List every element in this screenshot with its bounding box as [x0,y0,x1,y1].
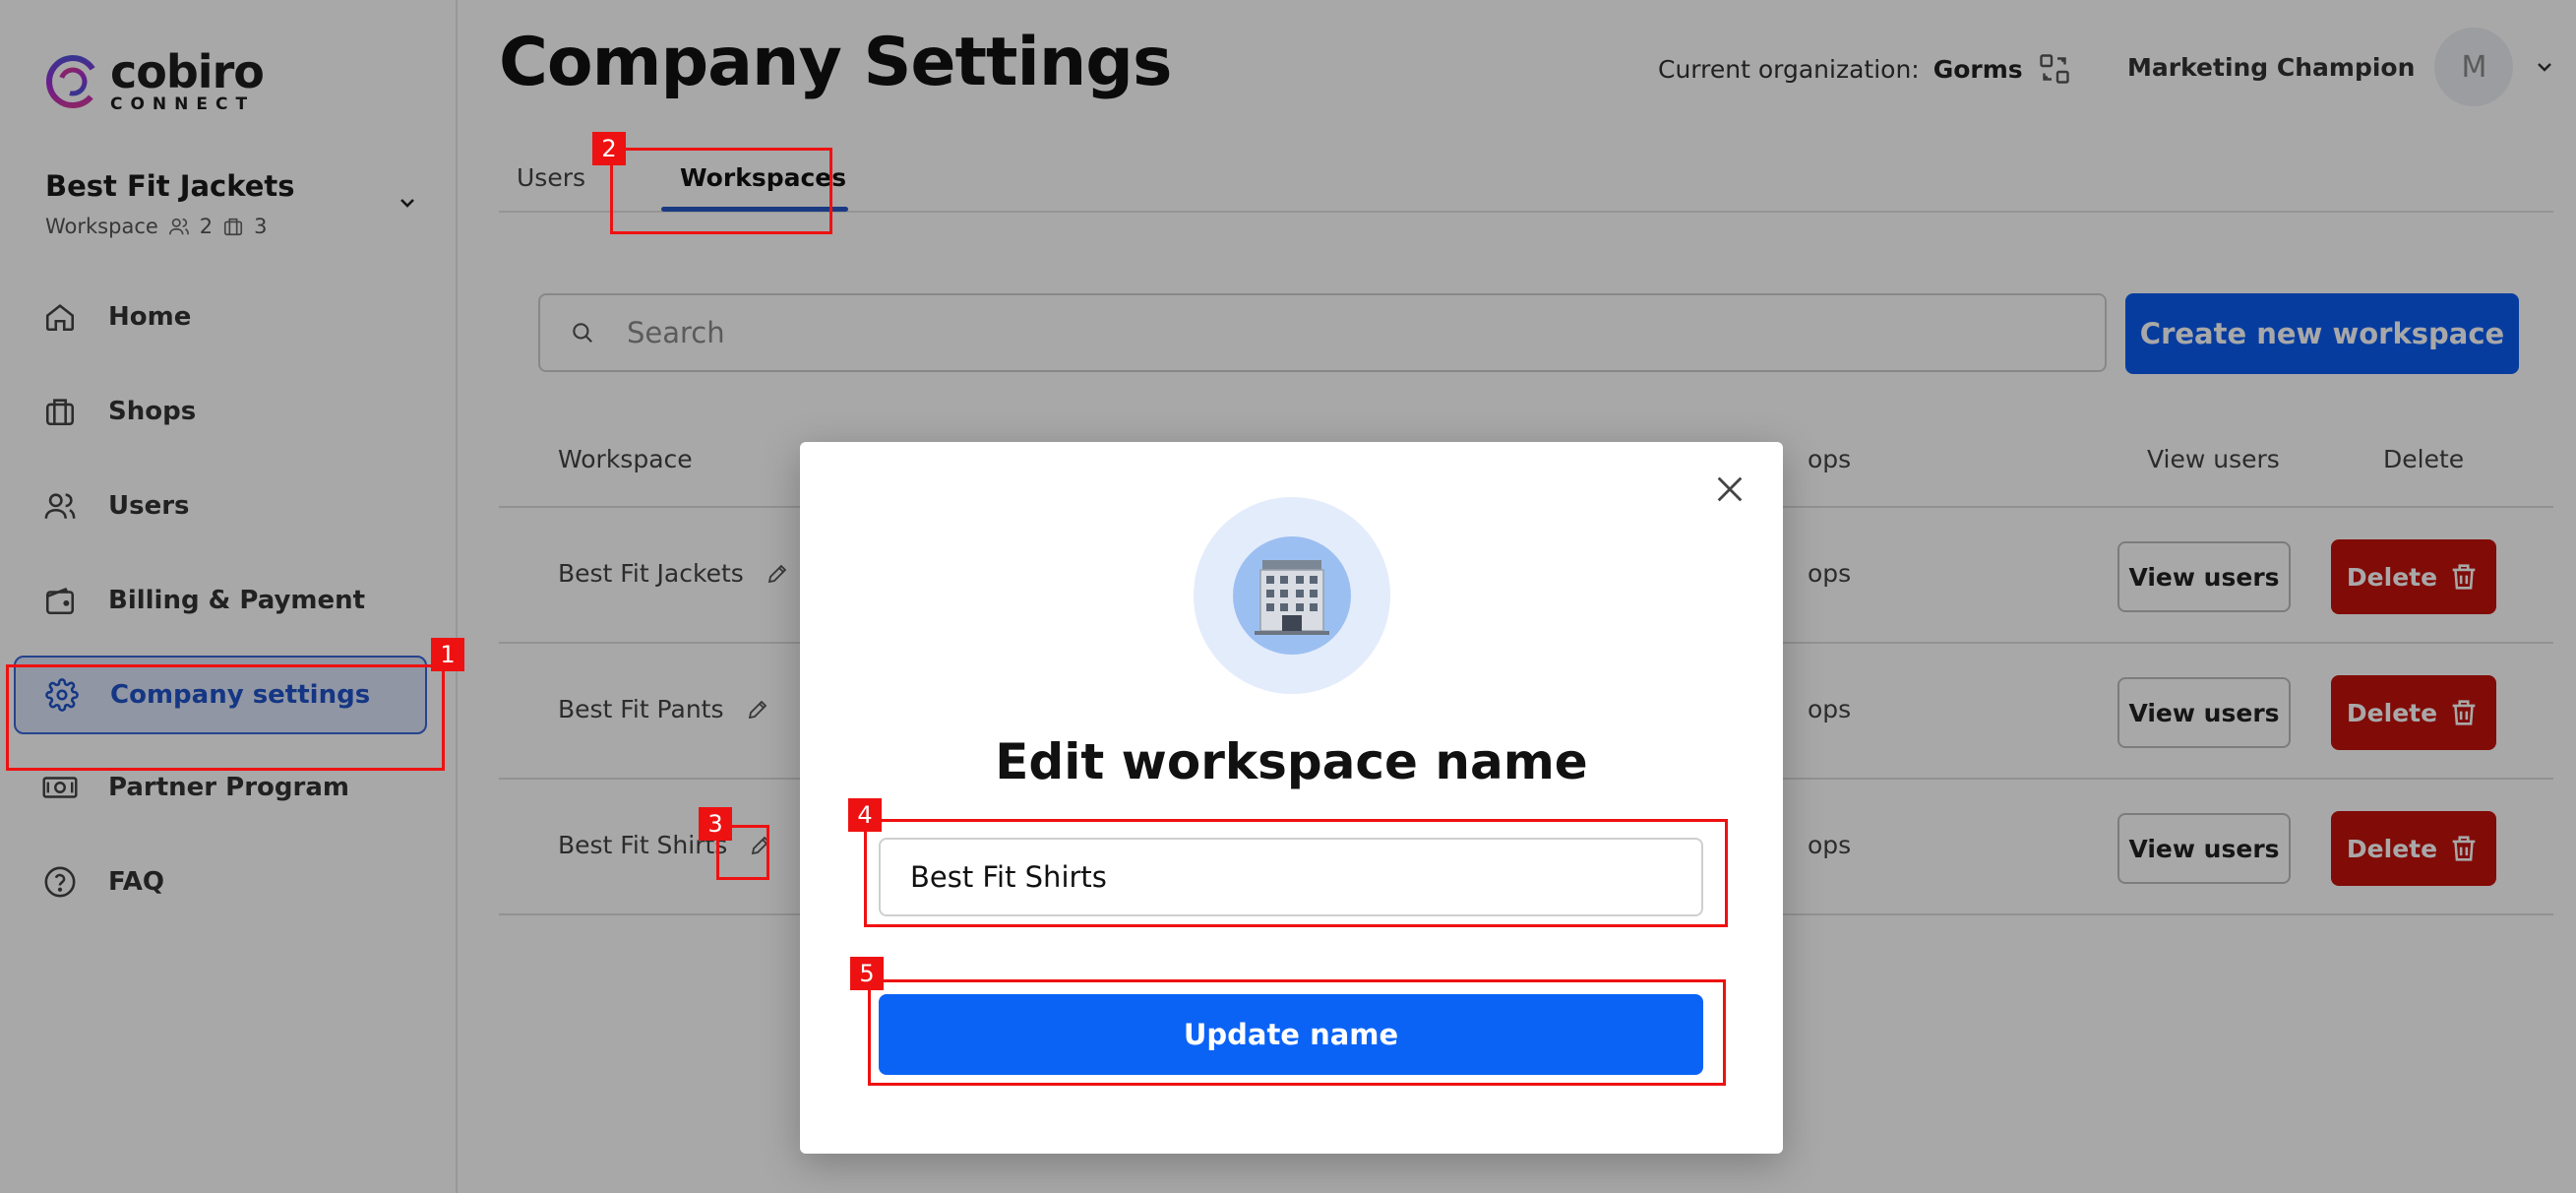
annotation-number-2: 2 [592,132,626,165]
update-name-button[interactable]: Update name [879,994,1703,1075]
edit-workspace-modal: Edit workspace name Update name [800,442,1783,1154]
annotation-number-5: 5 [850,957,884,990]
annotation-number-3: 3 [699,807,732,841]
workspace-name-input[interactable] [879,838,1703,916]
close-icon [1717,476,1743,502]
close-button[interactable] [1710,470,1749,509]
office-building-icon [1255,560,1329,635]
modal-title: Edit workspace name [995,733,1588,790]
modal-illustration [1194,497,1390,694]
annotation-number-4: 4 [848,798,882,832]
annotation-number-1: 1 [431,638,464,671]
